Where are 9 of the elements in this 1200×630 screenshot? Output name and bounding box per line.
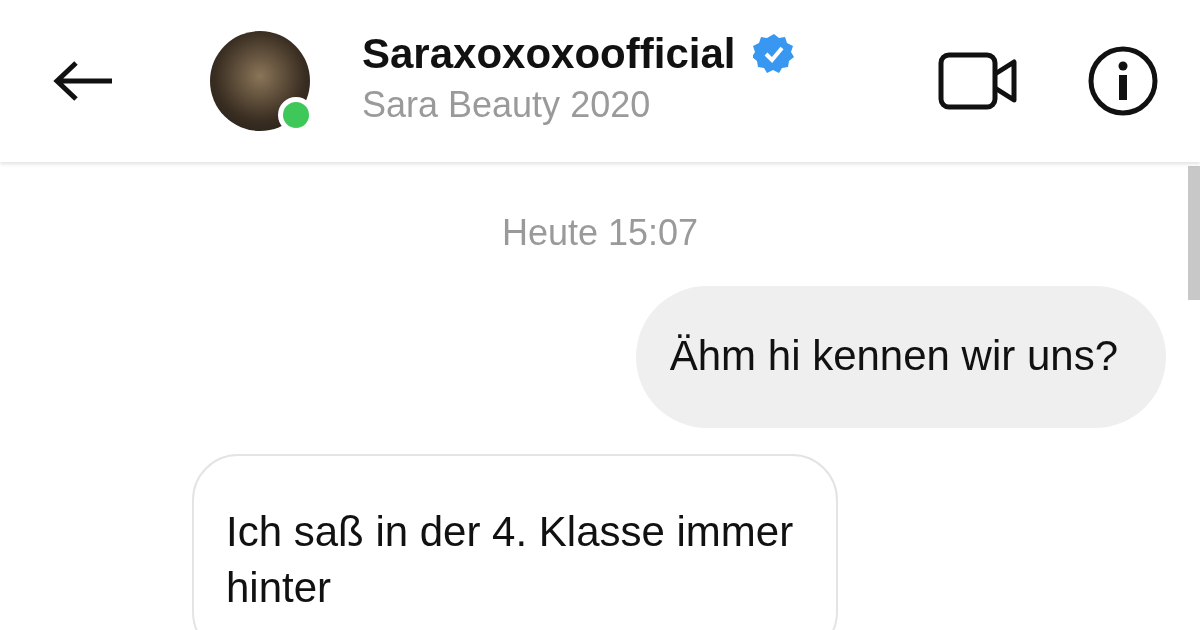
contact-subtitle: Sara Beauty 2020 bbox=[362, 84, 652, 126]
video-call-icon[interactable] bbox=[938, 52, 1018, 110]
contact-name: Saraxoxoxoofficial bbox=[362, 30, 736, 78]
date-timestamp: Heute 15:07 bbox=[501, 212, 699, 254]
received-message-bubble: Ich saß in der 4. Klasse immer hinter bbox=[192, 454, 838, 630]
sent-message-bubble: Ähm hi kennen wir uns? bbox=[635, 286, 1166, 428]
back-arrow-icon[interactable] bbox=[52, 61, 114, 101]
scrollbar-thumb[interactable] bbox=[1188, 166, 1200, 300]
info-icon[interactable] bbox=[1088, 46, 1158, 116]
